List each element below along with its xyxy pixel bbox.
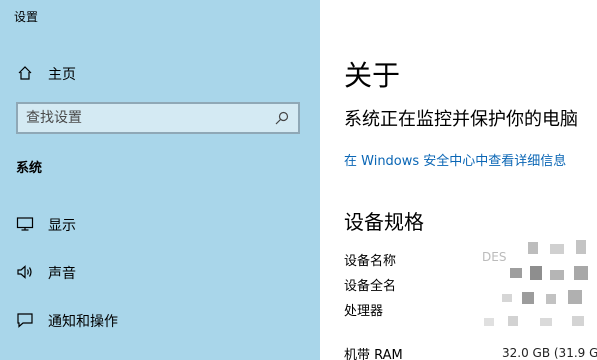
sidebar-item-label: 通知和操作 [48, 314, 118, 330]
search-box[interactable] [16, 102, 300, 134]
monitor-icon [15, 215, 35, 233]
nav-home-label: 主页 [48, 67, 76, 83]
sidebar-item-sound[interactable]: 声音 [0, 254, 320, 290]
redacted-values [480, 240, 597, 340]
nav-home[interactable]: 主页 [0, 55, 320, 91]
sidebar-item-label: 声音 [48, 266, 76, 282]
spec-label: 处理器 [344, 304, 384, 319]
spec-label: 设备全名 [344, 279, 397, 294]
protection-status-text: 系统正在监控并保护你的电脑 [344, 109, 578, 130]
main-content: 关于 系统正在监控并保护你的电脑 在 Windows 安全中心中查看详细信息 设… [320, 0, 597, 360]
speaker-icon [15, 263, 35, 281]
spec-label: 设备名称 [344, 254, 397, 269]
section-label-system: 系统 [16, 161, 43, 176]
security-center-link[interactable]: 在 Windows 安全中心中查看详细信息 [344, 150, 566, 169]
spec-row-ram: 机带 RAM 32.0 GB (31.9 GB 可 [344, 344, 597, 360]
sidebar: 设置 主页 系统 显示 声音 通知和操作 [0, 0, 320, 360]
search-icon[interactable] [274, 110, 290, 130]
sidebar-item-label: 显示 [48, 218, 76, 234]
page-title: 关于 [344, 59, 401, 92]
home-icon [15, 64, 35, 82]
device-specs-title: 设备规格 [344, 210, 424, 234]
spec-value: 32.0 GB (31.9 GB 可 [502, 346, 597, 360]
sidebar-item-notifications[interactable]: 通知和操作 [0, 302, 320, 338]
search-input[interactable] [26, 108, 266, 128]
sidebar-item-display[interactable]: 显示 [0, 206, 320, 242]
notification-icon [15, 311, 35, 329]
spec-label: 机带 RAM [344, 348, 403, 360]
window-title: 设置 [14, 10, 39, 24]
